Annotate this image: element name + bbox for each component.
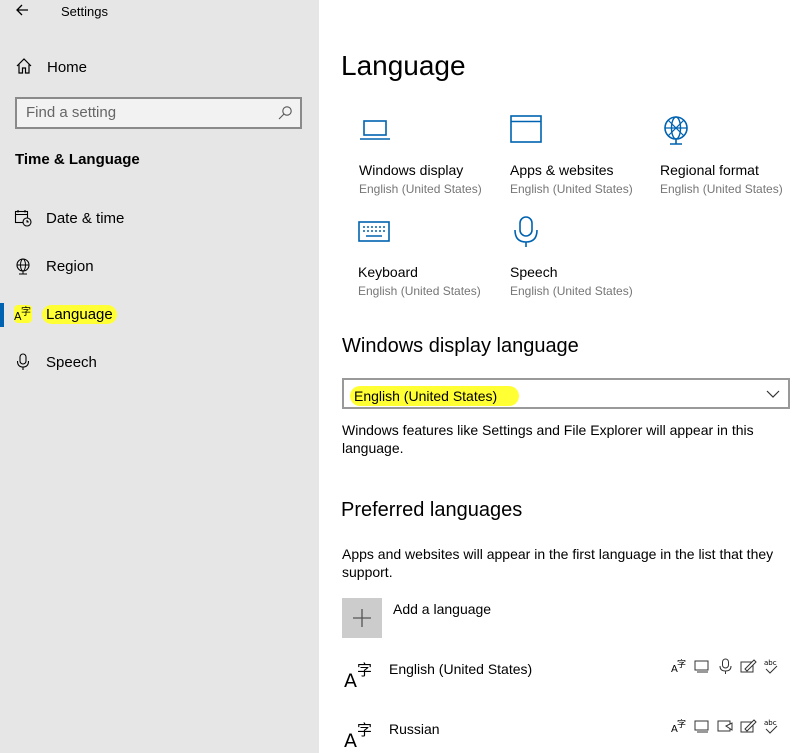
display-language-heading: Windows display language: [342, 335, 579, 357]
main-content: Language Windows display English (United…: [319, 0, 803, 753]
sidebar-item-label: Language: [42, 305, 117, 324]
svg-text:字: 字: [357, 661, 372, 679]
calendar-clock-icon: [14, 210, 32, 227]
language-row-english[interactable]: A 字 English (United States) A字 abc: [342, 658, 790, 698]
language-name: English (United States): [389, 661, 533, 677]
window-title: Settings: [61, 4, 108, 19]
speech-feature-icon: [694, 658, 711, 675]
laptop-icon: [360, 120, 390, 140]
language-features: A字 abc: [671, 658, 780, 675]
plus-icon: [342, 598, 382, 638]
globe-icon: [664, 116, 688, 145]
tile-regional-format[interactable]: Regional format English (United States): [660, 114, 803, 204]
handwriting-icon: [740, 658, 757, 675]
sidebar-item-label: Speech: [46, 354, 97, 371]
svg-text:字: 字: [677, 718, 686, 730]
language-name: Russian: [389, 721, 440, 737]
search-icon[interactable]: [277, 105, 293, 121]
back-button[interactable]: [13, 0, 33, 20]
active-indicator: [0, 303, 4, 327]
language-icon: A 字: [344, 721, 372, 750]
microphone-icon: [514, 216, 538, 247]
tile-sublabel: English (United States): [660, 182, 783, 196]
sidebar-item-label: Region: [46, 258, 94, 275]
add-language-label: Add a language: [393, 601, 492, 617]
tile-label: Windows display: [359, 162, 464, 178]
tile-speech[interactable]: Speech English (United States): [510, 216, 660, 306]
sidebar-item-language[interactable]: A 字 Language: [0, 297, 319, 333]
svg-text:字: 字: [21, 305, 31, 318]
tile-windows-display[interactable]: Windows display English (United States): [359, 114, 509, 204]
tile-keyboard[interactable]: Keyboard English (United States): [358, 216, 508, 306]
text-to-speech-icon: [717, 718, 734, 735]
tile-label: Apps & websites: [510, 162, 614, 178]
add-language-button[interactable]: Add a language: [342, 598, 642, 638]
section-title: Time & Language: [15, 151, 140, 168]
sidebar-item-date-time[interactable]: Date & time: [0, 201, 319, 237]
spellcheck-icon: abc: [763, 658, 780, 675]
handwriting-icon: [740, 718, 757, 735]
tile-apps-websites[interactable]: Apps & websites English (United States): [510, 114, 660, 204]
display-language-select[interactable]: English (United States): [342, 378, 790, 409]
page-title: Language: [341, 50, 466, 81]
tile-sublabel: English (United States): [510, 284, 633, 298]
back-arrow-icon: [16, 4, 28, 16]
tile-label: Regional format: [660, 162, 759, 178]
display-language-description: Windows features like Settings and File …: [342, 422, 754, 456]
chevron-down-icon: [766, 390, 780, 398]
title-bar: Settings: [0, 0, 319, 24]
microphone-icon: [16, 353, 30, 370]
language-icon: A 字: [344, 661, 372, 690]
home-nav-item[interactable]: Home: [0, 52, 319, 84]
search-input[interactable]: [26, 104, 266, 121]
microphone-icon: [717, 658, 734, 675]
preferred-languages-heading: Preferred languages: [341, 499, 523, 521]
speech-feature-icon: [694, 718, 711, 735]
language-icon: A 字: [14, 305, 32, 323]
sidebar-item-speech[interactable]: Speech: [0, 345, 319, 381]
window-icon: [510, 115, 542, 143]
svg-text:abc: abc: [764, 659, 777, 667]
tile-sublabel: English (United States): [359, 182, 482, 196]
svg-text:abc: abc: [764, 719, 777, 727]
language-features: A字 abc: [671, 718, 780, 735]
sidebar-item-region[interactable]: Region: [0, 249, 319, 285]
display-language-value: English (United States): [350, 386, 520, 406]
preferred-languages-description: Apps and websites will appear in the fir…: [342, 546, 774, 580]
display-language-feature-icon: A字: [671, 658, 688, 675]
sidebar: Settings Home Time & Language Date & tim…: [0, 0, 319, 753]
svg-text:A: A: [344, 670, 357, 690]
svg-text:字: 字: [357, 721, 372, 739]
keyboard-icon: [358, 221, 390, 242]
tile-label: Speech: [510, 264, 558, 280]
home-icon: [16, 58, 32, 74]
svg-text:A: A: [344, 730, 357, 750]
tile-label: Keyboard: [358, 264, 418, 280]
home-label: Home: [47, 59, 88, 76]
language-row-russian[interactable]: A 字 Russian A字 abc: [342, 718, 790, 753]
tile-sublabel: English (United States): [510, 182, 633, 196]
display-language-feature-icon: A字: [671, 718, 688, 735]
spellcheck-icon: abc: [763, 718, 780, 735]
tile-sublabel: English (United States): [358, 284, 481, 298]
svg-text:字: 字: [677, 658, 686, 670]
globe-icon: [16, 258, 30, 275]
search-box[interactable]: [15, 97, 302, 129]
sidebar-item-label: Date & time: [46, 210, 125, 227]
